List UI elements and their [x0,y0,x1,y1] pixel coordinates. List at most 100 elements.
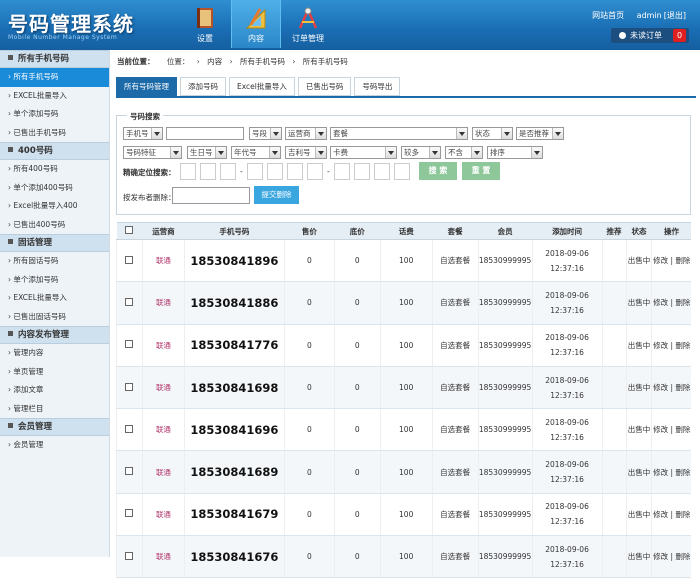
home-link[interactable]: 网站首页 [592,11,624,20]
sidebar-item-sold-mobile[interactable]: › 已售出手机号码 [0,124,109,143]
sidebar-section-400[interactable]: 400号码 [0,142,109,160]
sidebar-item-single-page[interactable]: › 单页管理 [0,363,109,382]
digit-box-2[interactable] [200,163,216,180]
floor-price-cell: 0 [333,408,381,452]
select-all-header[interactable] [116,222,143,240]
sidebar-item-excel-landline[interactable]: › EXCEL批量导入 [0,289,109,308]
chevron-down-icon [173,151,179,155]
sidebar-item-sold-landline[interactable]: › 已售出固话号码 [0,308,109,327]
phone-input[interactable] [166,127,244,140]
feature-select[interactable]: 号码特征 [123,146,182,159]
row-actions[interactable]: 修改 | 删除 [651,239,691,283]
nav-settings[interactable]: 设置 [180,0,230,48]
user-name: admin [636,11,662,20]
carrier-cell: 联通 [141,366,185,410]
table-row: 联通 18530841689 0 0 100 自选套餐 18530999995 2018-09… [116,450,691,494]
price-cell: 0 [283,366,335,410]
recommend-cell [601,450,626,494]
card-fee-select[interactable]: 卡费 [330,146,397,159]
digit-box-8[interactable] [334,163,350,180]
row-checkbox[interactable] [125,297,134,306]
carrier-cell: 联通 [141,324,185,367]
sidebar-item-add-article[interactable]: › 添加文章 [0,381,109,400]
sidebar-item-sold-400[interactable]: › 已售出400号码 [0,216,109,235]
sidebar-item-add-400[interactable]: › 单个添加400号码 [0,179,109,198]
unread-orders-button[interactable]: 未读订单 0 [611,28,689,43]
digit-box-4[interactable] [247,163,263,180]
sidebar-item-add-single[interactable]: › 单个添加号码 [0,105,109,124]
select-all-checkbox[interactable] [125,226,134,234]
row-checkbox[interactable] [125,551,134,560]
phone-select[interactable]: 手机号 [123,127,163,140]
row-actions[interactable]: 修改 | 删除 [651,324,691,367]
digit-box-10[interactable] [374,163,390,180]
status-cell: 出售中 [625,408,652,452]
tab-add-number[interactable]: 添加号码 [180,77,226,96]
nav-orders[interactable]: 订单管理 [283,0,333,48]
digit-box-5[interactable] [267,163,283,180]
search-button[interactable]: 搜 索 [419,162,457,180]
square-bullet-icon [8,423,13,428]
tab-all-numbers[interactable]: 所有号码管理 [116,77,177,96]
table-row: 联通 18530841698 0 0 100 自选套餐 18530999995 2018-09… [116,366,691,410]
sidebar-item-members[interactable]: › 会员管理 [0,436,109,455]
row-checkbox[interactable] [125,255,134,264]
digit-box-9[interactable] [354,163,370,180]
floor-price-cell: 0 [333,450,381,494]
row-actions[interactable]: 修改 | 删除 [651,493,691,537]
lucky-select[interactable]: 吉利号 [285,146,327,159]
reset-button[interactable]: 重 置 [462,162,500,180]
nav-content[interactable]: 内容 [231,0,281,48]
digit-box-6[interactable] [287,163,303,180]
tab-sold-numbers[interactable]: 已售出号码 [297,77,352,96]
row-actions[interactable]: 修改 | 删除 [651,408,691,452]
sidebar-item-all-landline[interactable]: › 所有固话号码 [0,252,109,271]
row-actions[interactable]: 修改 | 删除 [651,281,691,325]
tab-excel-import[interactable]: Excel批量导入 [229,77,295,96]
submit-delete-button[interactable]: 提交删除 [254,186,299,204]
row-checkbox[interactable] [125,467,134,476]
sidebar-item-excel-400[interactable]: › Excel批量导入400 [0,197,109,216]
sidebar-item-manage-content[interactable]: › 管理内容 [0,344,109,363]
digit-box-1[interactable] [180,163,196,180]
tab-export[interactable]: 号码导出 [354,77,401,96]
top-header: 号码管理系统 Mobile Number Manage System 设置 内容… [0,0,700,50]
year-select[interactable]: 年代号 [231,146,281,159]
row-checkbox[interactable] [125,424,134,433]
plan-select[interactable]: 套餐 [330,127,468,140]
sidebar-item-manage-columns[interactable]: › 管理栏目 [0,400,109,419]
digit-box-11[interactable] [394,163,410,180]
row-checkbox[interactable] [125,509,134,518]
digit-box-3[interactable] [220,163,236,180]
sort-select[interactable]: 排序 [487,146,543,159]
row-checkbox[interactable] [125,340,134,349]
sidebar-section-landline[interactable]: 固话管理 [0,234,109,252]
row-actions[interactable]: 修改 | 删除 [651,366,691,410]
recommend-select[interactable]: 是否推荐 [516,127,564,140]
floor-price-cell: 0 [333,281,381,325]
exclude-select[interactable]: 不含 [445,146,483,159]
sidebar-section-content[interactable]: 内容发布管理 [0,326,109,344]
sidebar-item-excel-import[interactable]: › EXCEL批量导入 [0,87,109,106]
sidebar-item-all-mobile[interactable]: › 所有手机号码 [0,68,109,87]
chevron-down-icon [534,151,540,155]
segment-select[interactable]: 号段 [249,127,282,140]
sidebar-item-add-landline[interactable]: › 单个添加号码 [0,271,109,290]
publisher-input[interactable] [172,187,250,204]
phone-cell: 18530841776 [183,324,285,367]
sidebar-section-mobile[interactable]: 所有手机号码 [0,50,109,68]
search-legend: 号码搜索 [127,111,163,122]
digit-box-7[interactable] [307,163,323,180]
sidebar-section-members[interactable]: 会员管理 [0,418,109,436]
fee-cell: 100 [379,239,433,283]
carrier-select[interactable]: 运营商 [285,127,327,140]
logout-link[interactable]: [退出] [664,11,686,20]
more-select[interactable]: 较多 [401,146,441,159]
chevron-down-icon [432,151,438,155]
status-select[interactable]: 状态 [472,127,513,140]
birthday-select[interactable]: 生日号 [187,146,227,159]
square-bullet-icon [8,239,13,244]
sidebar-item-all-400[interactable]: › 所有400号码 [0,160,109,179]
row-actions[interactable]: 修改 | 删除 [651,450,691,494]
row-checkbox[interactable] [125,382,134,391]
